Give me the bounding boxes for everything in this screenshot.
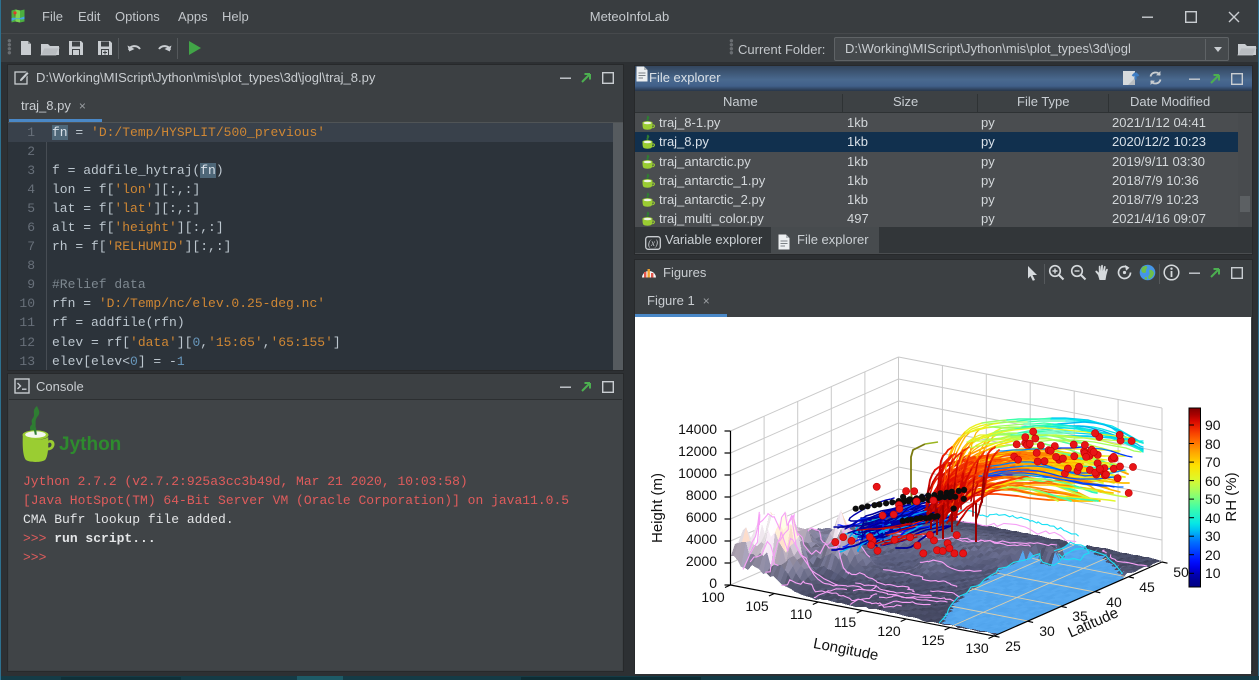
svg-text:20: 20 [1205, 547, 1221, 563]
svg-text:10: 10 [1205, 565, 1221, 581]
svg-text:4000: 4000 [686, 531, 717, 547]
svg-text:100: 100 [701, 589, 725, 605]
svg-text:(x): (x) [648, 238, 658, 248]
svg-text:2000: 2000 [686, 553, 717, 569]
svg-text:70: 70 [1205, 454, 1221, 470]
svg-text:125: 125 [921, 632, 945, 648]
svg-text:50: 50 [1173, 564, 1189, 580]
svg-text:90: 90 [1205, 417, 1221, 433]
svg-text:Height (m): Height (m) [649, 473, 666, 543]
svg-text:60: 60 [1205, 473, 1221, 489]
svg-text:105: 105 [745, 598, 769, 614]
svg-text:12000: 12000 [678, 443, 717, 459]
svg-text:30: 30 [1205, 528, 1221, 544]
svg-text:115: 115 [834, 614, 857, 630]
svg-text:8000: 8000 [686, 487, 717, 503]
svg-text:120: 120 [877, 623, 901, 639]
svg-text:6000: 6000 [686, 509, 717, 525]
svg-text:25: 25 [1005, 638, 1021, 654]
svg-text:RH (%): RH (%) [1223, 472, 1240, 521]
svg-text:10000: 10000 [678, 465, 717, 481]
svg-text:14000: 14000 [678, 421, 717, 437]
svg-text:30: 30 [1039, 623, 1055, 639]
svg-text:45: 45 [1139, 579, 1155, 595]
svg-text:40: 40 [1205, 510, 1221, 526]
svg-text:110: 110 [790, 606, 813, 622]
svg-text:80: 80 [1205, 436, 1221, 452]
svg-text:50: 50 [1205, 491, 1221, 507]
svg-text:130: 130 [965, 640, 989, 656]
